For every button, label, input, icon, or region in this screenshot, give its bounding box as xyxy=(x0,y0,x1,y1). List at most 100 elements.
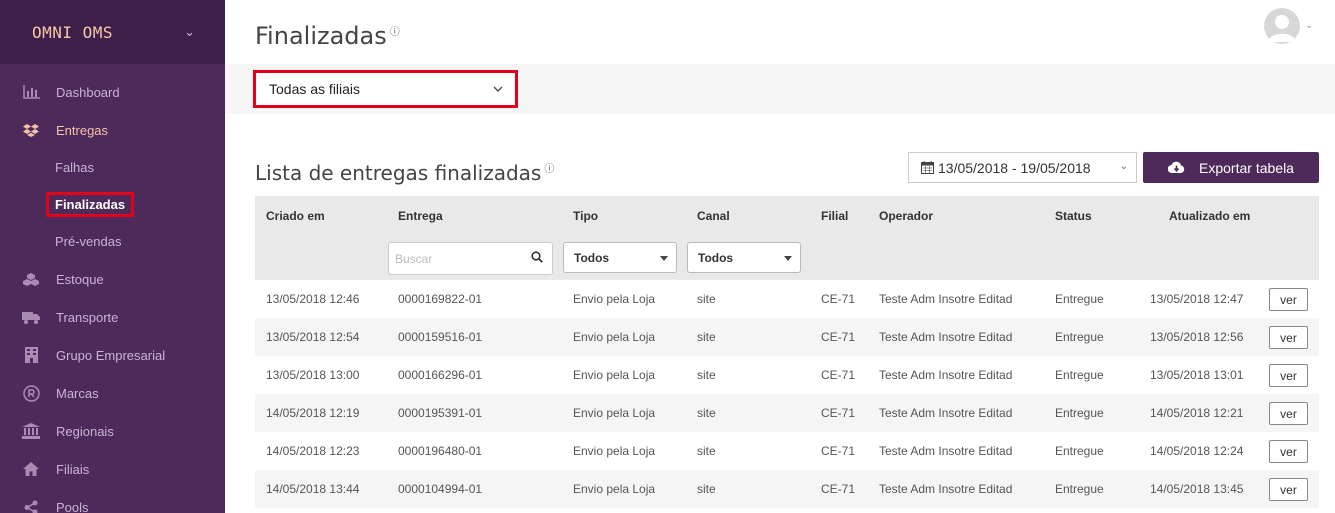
column-header-criado-em[interactable]: Criado em xyxy=(266,209,325,223)
chevron-down-icon[interactable]: ⌄ xyxy=(1305,20,1313,31)
sidebar-subitem-falhas[interactable]: Falhas xyxy=(0,149,225,186)
cell-status: Entregue xyxy=(1055,292,1104,306)
sidebar-item-label: Falhas xyxy=(55,160,95,175)
cell-tipo: Envio pela Loja xyxy=(573,482,656,496)
brand-bar[interactable]: OMNI OMS ⌄ xyxy=(0,0,225,64)
search-icon[interactable] xyxy=(531,251,543,263)
cell-operador: Teste Adm Insotre Editad xyxy=(879,444,1013,458)
cell-canal: site xyxy=(697,444,716,458)
sidebar-subitem-finalizadas[interactable]: Finalizadas xyxy=(0,186,225,223)
cell-filial: CE-71 xyxy=(821,444,856,458)
cell-criado-em: 13/05/2018 12:54 xyxy=(266,330,360,344)
sidebar-item-filiais[interactable]: Filiais xyxy=(0,450,225,488)
view-button[interactable]: ver xyxy=(1269,288,1308,311)
table-row: 13/05/2018 13:00 0000166296-01 Envio pel… xyxy=(255,356,1319,394)
tipo-filter-value: Todos xyxy=(574,250,610,265)
export-table-button[interactable]: Exportar tabela xyxy=(1143,152,1319,183)
top-header: Finalizadas ⓘ ⌄ xyxy=(225,0,1335,64)
sidebar-item-estoque[interactable]: Estoque xyxy=(0,260,225,298)
column-header-operador[interactable]: Operador xyxy=(879,209,933,223)
sidebar-item-label: Estoque xyxy=(56,271,104,287)
filial-select[interactable]: Todas as filiais xyxy=(253,70,518,108)
sidebar-item-label: Finalizadas xyxy=(46,192,135,217)
cell-operador: Teste Adm Insotre Editad xyxy=(879,406,1013,420)
cell-operador: Teste Adm Insotre Editad xyxy=(879,482,1013,496)
cell-filial: CE-71 xyxy=(821,368,856,382)
caret-down-icon xyxy=(784,256,792,261)
cell-criado-em: 14/05/2018 12:23 xyxy=(266,444,360,458)
sidebar-item-regionais[interactable]: Regionais xyxy=(0,412,225,450)
info-icon[interactable]: ⓘ xyxy=(544,164,554,175)
cell-filial: CE-71 xyxy=(821,292,856,306)
cell-entrega: 0000104994-01 xyxy=(398,482,483,496)
cell-entrega: 0000196480-01 xyxy=(398,444,483,458)
building-icon xyxy=(21,345,41,365)
cell-criado-em: 14/05/2018 13:44 xyxy=(266,482,360,496)
column-header-atualizado-em[interactable]: Atualizado em xyxy=(1169,209,1250,223)
info-icon[interactable]: ⓘ xyxy=(390,27,400,38)
sidebar-item-label: Pré-vendas xyxy=(55,234,122,249)
canal-filter-value: Todos xyxy=(698,250,734,265)
sidebar-item-grupo-empresarial[interactable]: Grupo Empresarial xyxy=(0,336,225,374)
cell-tipo: Envio pela Loja xyxy=(573,368,656,382)
cell-status: Entregue xyxy=(1055,368,1104,382)
column-header-status[interactable]: Status xyxy=(1055,209,1092,223)
sidebar-item-label: Transporte xyxy=(56,309,119,325)
cloud-download-icon xyxy=(1168,161,1185,174)
cell-tipo: Envio pela Loja xyxy=(573,292,656,306)
sidebar-item-label: Grupo Empresarial xyxy=(56,347,166,363)
chevron-down-icon: ⌄ xyxy=(1119,161,1128,172)
column-header-filial[interactable]: Filial xyxy=(821,209,848,223)
sidebar-item-label: Dashboard xyxy=(56,84,120,100)
section-title: Lista de entregas finalizadas ⓘ xyxy=(255,160,554,185)
sidebar-item-marcas[interactable]: Marcas xyxy=(0,374,225,412)
cell-filial: CE-71 xyxy=(821,330,856,344)
column-header-entrega[interactable]: Entrega xyxy=(398,209,443,223)
bar-chart-icon xyxy=(21,82,41,102)
filial-select-value: Todas as filiais xyxy=(269,81,361,97)
column-header-tipo[interactable]: Tipo xyxy=(573,209,598,223)
cell-entrega: 0000195391-01 xyxy=(398,406,483,420)
cell-criado-em: 13/05/2018 12:46 xyxy=(266,292,360,306)
cell-entrega: 0000166296-01 xyxy=(398,368,483,382)
sidebar-item-dashboard[interactable]: Dashboard xyxy=(0,73,225,111)
cell-criado-em: 13/05/2018 13:00 xyxy=(266,368,360,382)
cell-operador: Teste Adm Insotre Editad xyxy=(879,330,1013,344)
cell-entrega: 0000159516-01 xyxy=(398,330,483,344)
cell-canal: site xyxy=(697,292,716,306)
truck-icon xyxy=(21,307,41,327)
view-button[interactable]: ver xyxy=(1269,402,1308,425)
sidebar-item-label: Marcas xyxy=(56,385,99,401)
page-title: Finalizadas ⓘ xyxy=(255,22,400,50)
view-button[interactable]: ver xyxy=(1269,440,1308,463)
cell-atualizado-em: 13/05/2018 12:47 xyxy=(1150,292,1244,306)
column-header-canal[interactable]: Canal xyxy=(697,209,730,223)
sidebar-subitem-pre-vendas[interactable]: Pré-vendas xyxy=(0,223,225,260)
avatar[interactable] xyxy=(1264,8,1300,44)
view-button[interactable]: ver xyxy=(1269,326,1308,349)
search-box xyxy=(388,242,553,275)
caret-down-icon xyxy=(660,256,668,261)
sidebar-item-transporte[interactable]: Transporte xyxy=(0,298,225,336)
cell-atualizado-em: 13/05/2018 12:56 xyxy=(1150,330,1244,344)
chevron-down-icon[interactable]: ⌄ xyxy=(184,24,195,40)
view-button[interactable]: ver xyxy=(1269,478,1308,501)
date-range-picker[interactable]: 13/05/2018 - 19/05/2018 ⌄ xyxy=(908,152,1137,183)
table-row: 13/05/2018 12:54 0000159516-01 Envio pel… xyxy=(255,318,1319,356)
cell-criado-em: 14/05/2018 12:19 xyxy=(266,406,360,420)
canal-filter-select[interactable]: Todos xyxy=(687,242,801,273)
view-button[interactable]: ver xyxy=(1269,364,1308,387)
date-range-value: 13/05/2018 - 19/05/2018 xyxy=(938,159,1091,176)
cell-filial: CE-71 xyxy=(821,482,856,496)
cell-tipo: Envio pela Loja xyxy=(573,406,656,420)
tipo-filter-select[interactable]: Todos xyxy=(563,242,677,273)
table-row: 14/05/2018 12:19 0000195391-01 Envio pel… xyxy=(255,394,1319,432)
sidebar-item-entregas[interactable]: Entregas xyxy=(0,111,225,149)
cell-status: Entregue xyxy=(1055,444,1104,458)
section-title-text: Lista de entregas finalizadas xyxy=(255,161,542,185)
cell-status: Entregue xyxy=(1055,330,1104,344)
sidebar-nav: Dashboard Entregas Falhas Finalizadas Pr… xyxy=(0,64,225,513)
cell-atualizado-em: 14/05/2018 12:24 xyxy=(1150,444,1244,458)
sidebar-item-pools[interactable]: Pools xyxy=(0,488,225,513)
search-input[interactable] xyxy=(389,243,519,274)
